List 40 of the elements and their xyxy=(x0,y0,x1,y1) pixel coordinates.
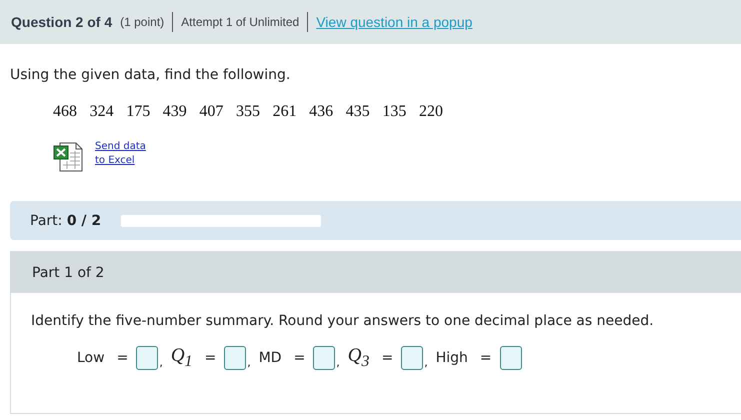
data-value: 439 xyxy=(162,103,187,121)
question-title: Question 2 of 4 xyxy=(11,14,112,30)
instruction-text: Identify the five-number summary. Round your answers to one decimal place as needed. xyxy=(31,313,655,329)
data-value: 135 xyxy=(382,103,406,121)
data-value: 220 xyxy=(418,103,443,121)
question-prompt: Using the given data, find the following. xyxy=(10,67,292,83)
answer-label: Q$_{3}$ xyxy=(348,345,370,371)
data-value: 435 xyxy=(346,103,370,121)
data-value: 468 xyxy=(53,103,77,121)
answer-field[interactable] xyxy=(224,346,246,370)
part-title: Part 1 of 2 xyxy=(11,252,741,293)
equals-sign: = xyxy=(381,350,394,366)
data-value: 436 xyxy=(309,103,334,121)
answer-label: Q$_{1}$ xyxy=(170,345,192,371)
equals-sign: = xyxy=(204,350,216,366)
comma: , xyxy=(159,356,163,371)
data-value: 261 xyxy=(272,103,297,121)
answer-label: High xyxy=(436,350,468,366)
data-value: 355 xyxy=(236,103,260,121)
equals-sign: = xyxy=(294,350,306,366)
answer-field[interactable] xyxy=(136,346,158,370)
comma: , xyxy=(247,356,251,371)
attempt-label: Attempt 1 of Unlimited xyxy=(181,15,300,29)
comma: , xyxy=(336,356,340,371)
part-label: Part: 0 / 2 xyxy=(30,212,102,228)
data-value: 324 xyxy=(90,103,114,121)
data-value: 175 xyxy=(126,103,150,121)
spreadsheet-icon[interactable] xyxy=(53,141,85,173)
excel-link[interactable]: to Excel xyxy=(95,155,146,166)
equals-sign: = xyxy=(116,350,128,366)
comma: , xyxy=(424,356,428,371)
data-value: 407 xyxy=(199,103,224,121)
points-label: (1 point) xyxy=(120,15,164,29)
answer-label: MD xyxy=(258,350,282,366)
answer-label: Low xyxy=(77,350,105,366)
excel-link[interactable]: Send data xyxy=(95,141,146,152)
answer-field[interactable] xyxy=(313,346,336,370)
answer-field[interactable] xyxy=(500,346,522,370)
answer-field[interactable] xyxy=(401,346,424,370)
equals-sign: = xyxy=(480,350,492,366)
